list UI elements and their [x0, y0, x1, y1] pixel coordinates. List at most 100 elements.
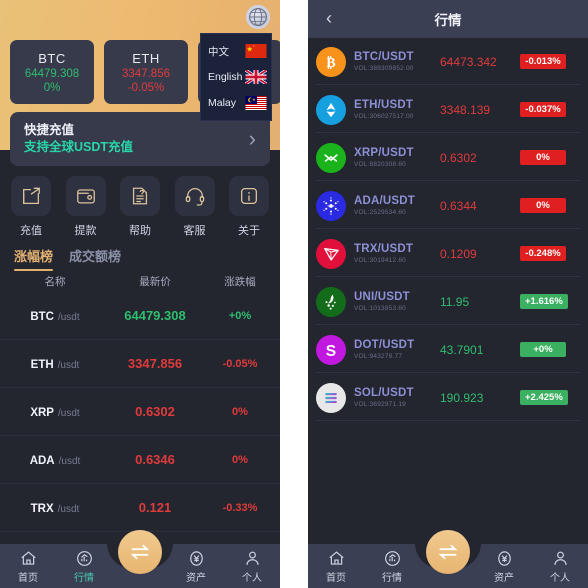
status-badge: -0.037% [520, 102, 566, 117]
status-badge: -0.248% [520, 246, 566, 261]
pair-price: 0.6302 [440, 150, 477, 165]
cn-flag-icon [245, 44, 267, 58]
row-name: ADA/usdt [0, 451, 110, 469]
ranking-tabs: 涨幅榜 成交额榜 [14, 246, 121, 271]
action-help[interactable]: 帮助 [117, 176, 163, 238]
list-item[interactable]: ₿ BTC/USDT VOL:389309852.00 64473.342 -0… [308, 38, 588, 86]
nav-market[interactable]: 行情 [364, 549, 420, 588]
table-row[interactable]: TRX/usdt 0.121 -0.33% [0, 484, 280, 532]
row-price: 64479.308 [124, 308, 186, 323]
action-deposit[interactable]: 充值 [8, 176, 54, 238]
action-withdraw[interactable]: 提款 [63, 176, 109, 238]
action-label: 充值 [20, 225, 42, 237]
pair-name: ADA/USDT [354, 195, 416, 207]
quote-card-symbol: ETH [132, 50, 160, 66]
action-label: 关于 [238, 225, 260, 237]
row-name: BTC/usdt [0, 307, 110, 325]
nav-label: 行情 [74, 573, 94, 584]
support-icon [174, 176, 215, 216]
row-base: XRP [30, 406, 54, 419]
pair-volume: VOL:1013853.60 [354, 305, 406, 312]
btc-icon: ₿ [316, 46, 346, 77]
list-item[interactable]: XRP/USDT VOL:8820308.60 0.6302 0% [308, 134, 588, 182]
pair-volume: VOL:943278.77 [354, 353, 403, 360]
dot-icon: S [316, 334, 346, 365]
action-label: 帮助 [129, 225, 151, 237]
nav-market[interactable]: 行情 [56, 549, 112, 588]
row-base: BTC [30, 310, 54, 323]
status-badge: +1.616% [520, 294, 568, 309]
exchange-swap-icon[interactable] [426, 530, 470, 574]
row-name: ETH/usdt [0, 355, 110, 373]
row-quote: /usdt [57, 359, 80, 371]
language-label: Malay [208, 97, 237, 109]
status-badge: +0% [520, 342, 566, 357]
action-label: 客服 [183, 225, 206, 237]
quote-card-symbol: BTC [38, 50, 66, 66]
header-change: 涨跌幅 [224, 276, 256, 288]
language-label: 中文 [208, 45, 229, 58]
quote-card[interactable]: BTC 64479.308 0% [10, 40, 94, 104]
language-option-my[interactable]: Malay [201, 90, 271, 116]
pair-volume: VOL:3692971.19 [354, 401, 406, 408]
nav-profile[interactable]: 个人 [224, 549, 280, 588]
svg-text:S: S [326, 342, 336, 359]
table-row[interactable]: BTC/usdt 64479.308 +0% [0, 292, 280, 340]
exchange-swap-icon[interactable] [118, 530, 162, 574]
list-item[interactable]: SOL/USDT VOL:3692971.19 190.923 +2.425% [308, 374, 588, 422]
eth-icon [316, 94, 346, 125]
row-change: 0% [232, 453, 248, 466]
market-ticker-list[interactable]: ₿ BTC/USDT VOL:389309852.00 64473.342 -0… [308, 38, 588, 538]
quote-card-price: 64479.308 [24, 67, 80, 80]
action-support[interactable]: 客服 [172, 176, 218, 238]
language-option-en[interactable]: English [201, 64, 271, 90]
action-icon-row: 充值 提款 帮助 客服 关于 [8, 176, 272, 238]
list-item[interactable]: TRX/USDT VOL:3019412.60 0.1209 -0.248% [308, 230, 588, 278]
pair-volume: VOL:306027517.00 [354, 113, 414, 120]
globe-icon[interactable] [246, 5, 270, 29]
list-item[interactable]: S DOT/USDT VOL:943278.77 43.7901 +0% [308, 326, 588, 374]
pair-name: UNI/USDT [354, 291, 410, 303]
quote-card[interactable]: ETH 3347.856 -0.05% [104, 40, 188, 104]
panel-divider [280, 0, 308, 588]
row-name: XRP/usdt [0, 403, 110, 421]
language-menu[interactable]: 中文 English Malay [200, 33, 272, 121]
nav-label: 资产 [186, 573, 206, 584]
bottom-navigation: 首页 行情 资产 个人 [0, 530, 280, 588]
pair-price: 43.7901 [440, 342, 484, 357]
nav-profile[interactable]: 个人 [532, 549, 588, 588]
nav-assets[interactable]: 资产 [476, 549, 532, 588]
home-icon [20, 551, 36, 565]
market-chart-icon [76, 551, 92, 566]
pair-block: DOT/USDT VOL:943278.77 [354, 339, 440, 360]
quote-card-change: -0.05% [127, 81, 165, 94]
tab-gainers[interactable]: 涨幅榜 [14, 246, 54, 271]
table-row[interactable]: ADA/usdt 0.6346 0% [0, 436, 280, 484]
uk-flag-icon [245, 70, 267, 84]
table-row[interactable]: XRP/usdt 0.6302 0% [0, 388, 280, 436]
pair-block: SOL/USDT VOL:3692971.19 [354, 387, 440, 408]
list-item[interactable]: ADA/USDT VOL:2529534.60 0.6344 0% [308, 182, 588, 230]
language-option-zh[interactable]: 中文 [201, 38, 271, 64]
list-item[interactable]: UNI/USDT VOL:1013853.60 11.95 +1.616% [308, 278, 588, 326]
ada-icon [316, 190, 346, 221]
info-icon [229, 176, 269, 216]
market-list[interactable]: BTC/usdt 64479.308 +0% ETH/usdt 3347.856… [0, 292, 280, 544]
banner-subtitle: 支持全球USDT充值 [24, 140, 134, 154]
tab-volume[interactable]: 成交额榜 [69, 246, 121, 271]
pair-name: XRP/USDT [354, 147, 414, 159]
nav-home[interactable]: 首页 [308, 549, 364, 588]
nav-home[interactable]: 首页 [0, 549, 56, 588]
assets-yen-icon [189, 551, 203, 566]
deposit-icon [11, 176, 51, 216]
list-item[interactable]: ETH/USDT VOL:306027517.00 3348.139 -0.03… [308, 86, 588, 134]
nav-assets[interactable]: 资产 [168, 549, 224, 588]
back-chevron-icon[interactable]: ‹ [318, 7, 340, 29]
row-quote: /usdt [57, 311, 80, 323]
table-row[interactable]: ETH/usdt 3347.856 -0.05% [0, 340, 280, 388]
header-name: 名称 [44, 276, 66, 288]
action-about[interactable]: 关于 [226, 176, 272, 238]
chevron-right-icon: › [248, 126, 256, 151]
pair-name: DOT/USDT [354, 339, 415, 351]
market-table-header: 名称 最新价 涨跌幅 [0, 274, 280, 289]
